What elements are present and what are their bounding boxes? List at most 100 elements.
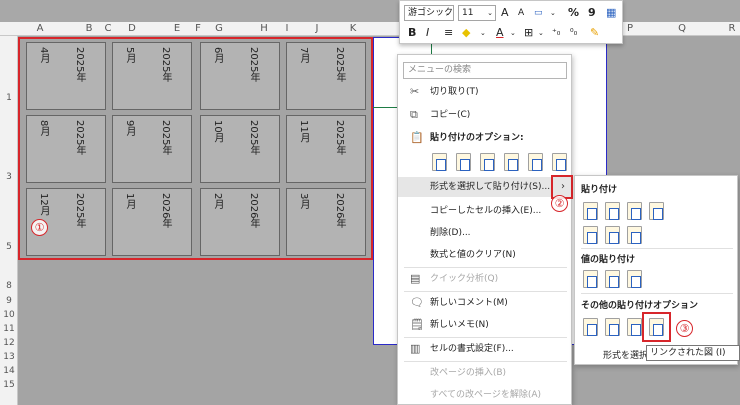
calendar-cell[interactable]: 5月 2025年 <box>112 42 192 110</box>
menu-item-clear[interactable]: 数式と値のクリア(N) <box>398 245 573 265</box>
row-header-5[interactable]: 5 <box>0 242 18 252</box>
calendar-cell[interactable]: 2月 2026年 <box>200 188 280 256</box>
row-header-15[interactable]: 15 <box>0 380 18 390</box>
picture-icon[interactable] <box>627 318 642 336</box>
paste-formatting-icon[interactable] <box>528 153 543 171</box>
menu-item-insert-copied[interactable]: コピーしたセルの挿入(E)... <box>398 201 573 221</box>
menu-item-new-note[interactable]: 🗒 新しいメモ(N) <box>398 315 573 335</box>
submenu-paste-special-link[interactable]: 形式を選択 <box>603 348 648 361</box>
values-icon[interactable] <box>583 270 598 288</box>
italic-icon[interactable]: I <box>426 25 429 41</box>
keep-source-formatting-icon[interactable] <box>649 202 664 220</box>
menu-item-copy[interactable]: ⧉ コピー(C) <box>398 105 573 125</box>
menu-item-reset-page-breaks: すべての改ページを解除(A) <box>398 385 573 405</box>
row-header-8[interactable]: 8 <box>0 281 18 291</box>
fill-color-dropdown-icon[interactable]: ⌄ <box>480 25 486 41</box>
year-label: 2025年 <box>74 120 85 156</box>
calendar-cell[interactable]: 7月 2025年 <box>286 42 366 110</box>
row-header-3[interactable]: 3 <box>0 172 18 182</box>
row-header-10[interactable]: 10 <box>0 310 18 320</box>
transpose-icon[interactable] <box>627 226 642 244</box>
row-header-1[interactable]: 1 <box>0 93 18 103</box>
row-header-14[interactable]: 14 <box>0 366 18 376</box>
no-borders-icon[interactable] <box>583 226 598 244</box>
chevron-right-icon[interactable]: › <box>561 181 565 192</box>
calendar-cell[interactable]: 11月 2025年 <box>286 115 366 183</box>
increase-decimal-icon[interactable]: ⁺₀ <box>552 25 560 41</box>
year-label: 2026年 <box>334 193 345 229</box>
paste-formulas-icon[interactable] <box>480 153 495 171</box>
paste-icon[interactable] <box>583 202 598 220</box>
column-header-c[interactable]: C <box>103 22 113 36</box>
font-name-select[interactable]: 游ゴシック ⌄ <box>404 5 454 21</box>
format-painter-icon[interactable]: ✎ <box>590 25 599 41</box>
paste-transpose-icon[interactable] <box>504 153 519 171</box>
row-header-11[interactable]: 11 <box>0 324 18 334</box>
paste-formulas-number-format-icon[interactable] <box>627 202 642 220</box>
decrease-decimal-icon[interactable]: ⁰₀ <box>570 25 577 41</box>
column-header-f[interactable]: F <box>193 22 203 36</box>
paste-icon[interactable] <box>432 153 447 171</box>
font-size-select[interactable]: 11 ⌄ <box>458 5 496 21</box>
month-label: 1月 <box>124 193 135 210</box>
percent-icon[interactable]: % <box>568 5 579 21</box>
paste-link-icon[interactable] <box>605 318 620 336</box>
align-center-icon[interactable]: ≡ <box>444 25 453 41</box>
calendar-cell[interactable]: 9月 2025年 <box>112 115 192 183</box>
column-header-h[interactable]: H <box>257 22 271 36</box>
font-size-value: 11 <box>462 8 474 18</box>
column-header-i[interactable]: I <box>282 22 292 36</box>
borders-table-icon[interactable]: ▦ <box>606 5 616 21</box>
menu-item-label: 形式を選択して貼り付け(S)... <box>430 182 551 192</box>
row-header-9[interactable]: 9 <box>0 296 18 306</box>
calendar-cell[interactable]: 6月 2025年 <box>200 42 280 110</box>
paste-formulas-icon[interactable] <box>605 202 620 220</box>
bold-icon[interactable]: B <box>408 25 416 41</box>
font-color-icon[interactable]: A <box>496 25 504 41</box>
column-header-a[interactable]: A <box>33 22 47 36</box>
month-label: 3月 <box>298 193 309 210</box>
scissors-icon: ✂ <box>410 85 420 98</box>
comma-style-icon[interactable]: 9 <box>588 5 596 21</box>
borders-dropdown-icon[interactable]: ⌄ <box>538 25 544 41</box>
fill-color-icon[interactable]: ◆ <box>462 25 470 41</box>
column-header-r[interactable]: R <box>725 22 739 36</box>
keep-column-widths-icon[interactable] <box>605 226 620 244</box>
column-header-g[interactable]: G <box>212 22 226 36</box>
values-source-formatting-icon[interactable] <box>627 270 642 288</box>
calendar-cell[interactable]: 3月 2026年 <box>286 188 366 256</box>
grow-font-icon[interactable]: A <box>501 5 509 21</box>
column-header-e[interactable]: E <box>170 22 184 36</box>
values-number-format-icon[interactable] <box>605 270 620 288</box>
calendar-cell[interactable]: 10月 2025年 <box>200 115 280 183</box>
paste-values-icon[interactable] <box>456 153 471 171</box>
menu-item-paste-special[interactable]: 形式を選択して貼り付け(S)... <box>398 177 573 197</box>
calendar-cell[interactable]: 1月 2026年 <box>112 188 192 256</box>
clipboard-icon: 📋 <box>410 131 424 144</box>
menu-item-label: 切り取り(T) <box>430 87 479 97</box>
borders-icon[interactable]: ⊞ <box>524 25 533 41</box>
column-header-p[interactable]: P <box>623 22 637 36</box>
column-header-b[interactable]: B <box>82 22 96 36</box>
column-header-d[interactable]: D <box>125 22 139 36</box>
formatting-icon[interactable] <box>583 318 598 336</box>
row-header-12[interactable]: 12 <box>0 338 18 348</box>
column-header-k[interactable]: K <box>346 22 360 36</box>
shrink-font-icon[interactable]: A <box>518 5 524 21</box>
currency-icon[interactable]: ▭ <box>534 5 543 21</box>
dropdown-chevron-icon[interactable]: ⌄ <box>550 5 556 21</box>
column-header-q[interactable]: Q <box>675 22 689 36</box>
row-header-13[interactable]: 13 <box>0 352 18 362</box>
paste-link-icon[interactable] <box>552 153 567 171</box>
column-header-j[interactable]: J <box>310 22 324 36</box>
menu-item-format-cells[interactable]: ▥ セルの書式設定(F)... <box>398 339 573 359</box>
menu-item-label: 貼り付けのオプション: <box>430 133 524 143</box>
font-color-dropdown-icon[interactable]: ⌄ <box>510 25 516 41</box>
calendar-cell[interactable]: 4月 2025年 <box>26 42 106 110</box>
menu-search-input[interactable]: メニューの検索 <box>403 62 567 79</box>
calendar-cell[interactable]: 8月 2025年 <box>26 115 106 183</box>
calendar-selection[interactable]: 4月 2025年 8月 2025年 12月 2025年 5月 2025年 9月 … <box>18 37 373 260</box>
menu-item-delete[interactable]: 削除(D)... <box>398 223 573 243</box>
menu-item-cut[interactable]: ✂ 切り取り(T) <box>398 82 573 102</box>
menu-item-new-comment[interactable]: 🗨 新しいコメント(M) <box>398 293 573 313</box>
